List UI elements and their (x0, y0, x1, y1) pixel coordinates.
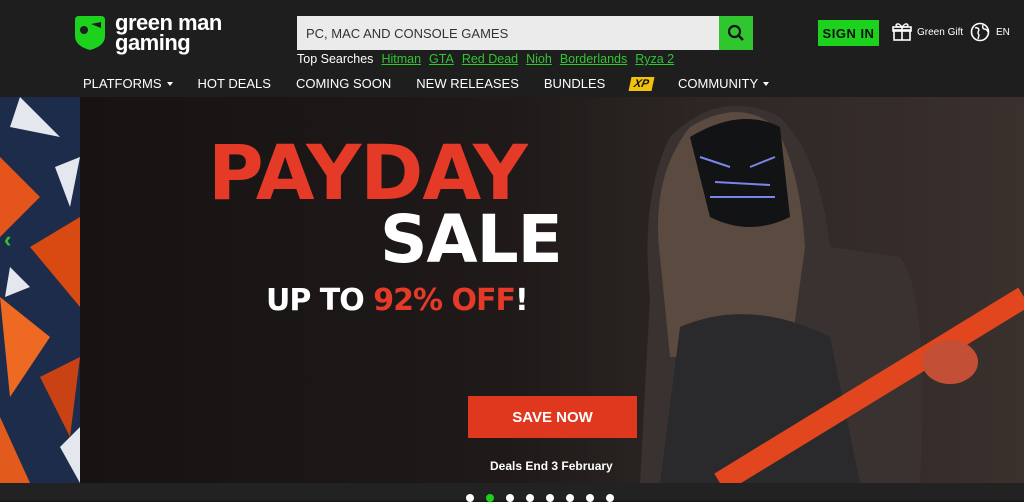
nav-label: PLATFORMS (83, 76, 162, 91)
nav-item-coming-soon[interactable]: COMING SOON (296, 76, 391, 91)
carousel-dot[interactable] (566, 494, 574, 502)
discount-prefix: UP TO (266, 283, 374, 318)
logo[interactable]: green man gaming (71, 12, 222, 55)
sale-title-line1: PAYDAY (208, 128, 528, 217)
nav-item-xp[interactable]: XP (628, 76, 655, 91)
top-search-link[interactable]: Ryza 2 (635, 52, 674, 66)
globe-icon (970, 22, 990, 42)
sign-in-button[interactable]: SIGN IN (818, 20, 879, 46)
gift-icon (892, 23, 912, 41)
sale-discount: UP TO 92% OFF! (266, 283, 529, 318)
top-search-link[interactable]: Hitman (381, 52, 421, 66)
language-selector[interactable]: EN (970, 22, 1010, 42)
search-input[interactable] (297, 16, 719, 50)
top-search-link[interactable]: Red Dead (462, 52, 518, 66)
carousel-dot[interactable] (526, 494, 534, 502)
search-bar (297, 16, 753, 50)
carousel-dot[interactable] (506, 494, 514, 502)
site-header: green man gaming Top Searches Hitman GTA… (0, 0, 1024, 97)
logo-text-line2: gaming (115, 30, 191, 55)
carousel-dot[interactable] (606, 494, 614, 502)
green-man-logo-icon (71, 14, 109, 52)
discount-suffix: ! (514, 283, 529, 318)
nav-item-platforms[interactable]: PLATFORMS (83, 76, 173, 91)
xp-badge: XP (628, 76, 655, 91)
carousel-dot[interactable] (466, 494, 474, 502)
previous-slide-art[interactable]: ‹ (0, 97, 80, 483)
green-gift-link[interactable]: Green Gift (892, 22, 963, 42)
chevron-left-icon[interactable]: ‹ (4, 227, 11, 253)
top-search-link[interactable]: GTA (429, 52, 454, 66)
deals-end-text: Deals End 3 February (490, 459, 613, 473)
top-search-link[interactable]: Nioh (526, 52, 552, 66)
language-label: EN (996, 26, 1010, 38)
masked-woman-image (600, 97, 1024, 483)
top-search-link[interactable]: Borderlands (560, 52, 627, 66)
nav-label: COMMUNITY (678, 76, 759, 91)
top-searches-label: Top Searches (297, 52, 374, 66)
search-button[interactable] (719, 16, 753, 50)
nav-item-hot-deals[interactable]: HOT DEALS (198, 76, 271, 91)
save-now-button[interactable]: SAVE NOW (468, 396, 637, 438)
caret-down-icon (166, 81, 173, 86)
carousel-dot[interactable] (486, 494, 494, 502)
gift-label: Green Gift (917, 26, 964, 38)
logo-text: green man gaming (115, 12, 222, 55)
carousel-dot[interactable] (546, 494, 554, 502)
carousel-dot[interactable] (586, 494, 594, 502)
top-searches: Top Searches Hitman GTA Red Dead Nioh Bo… (297, 52, 674, 66)
caret-down-icon (763, 81, 770, 86)
hero-banner[interactable]: ‹ PAYDAY SALE UP TO 92% OFF! SAVE NOW De… (0, 97, 1024, 483)
sale-title-line2: SALE (380, 201, 563, 278)
main-nav: PLATFORMS HOT DEALS COMING SOON NEW RELE… (83, 76, 794, 91)
abstract-pattern-image (0, 97, 80, 483)
discount-percent: 92% OFF (373, 283, 516, 318)
nav-item-bundles[interactable]: BUNDLES (544, 76, 605, 91)
nav-item-community[interactable]: COMMUNITY (678, 76, 770, 91)
carousel-dots (466, 494, 614, 502)
nav-item-new-releases[interactable]: NEW RELEASES (416, 76, 519, 91)
search-icon (727, 24, 744, 41)
